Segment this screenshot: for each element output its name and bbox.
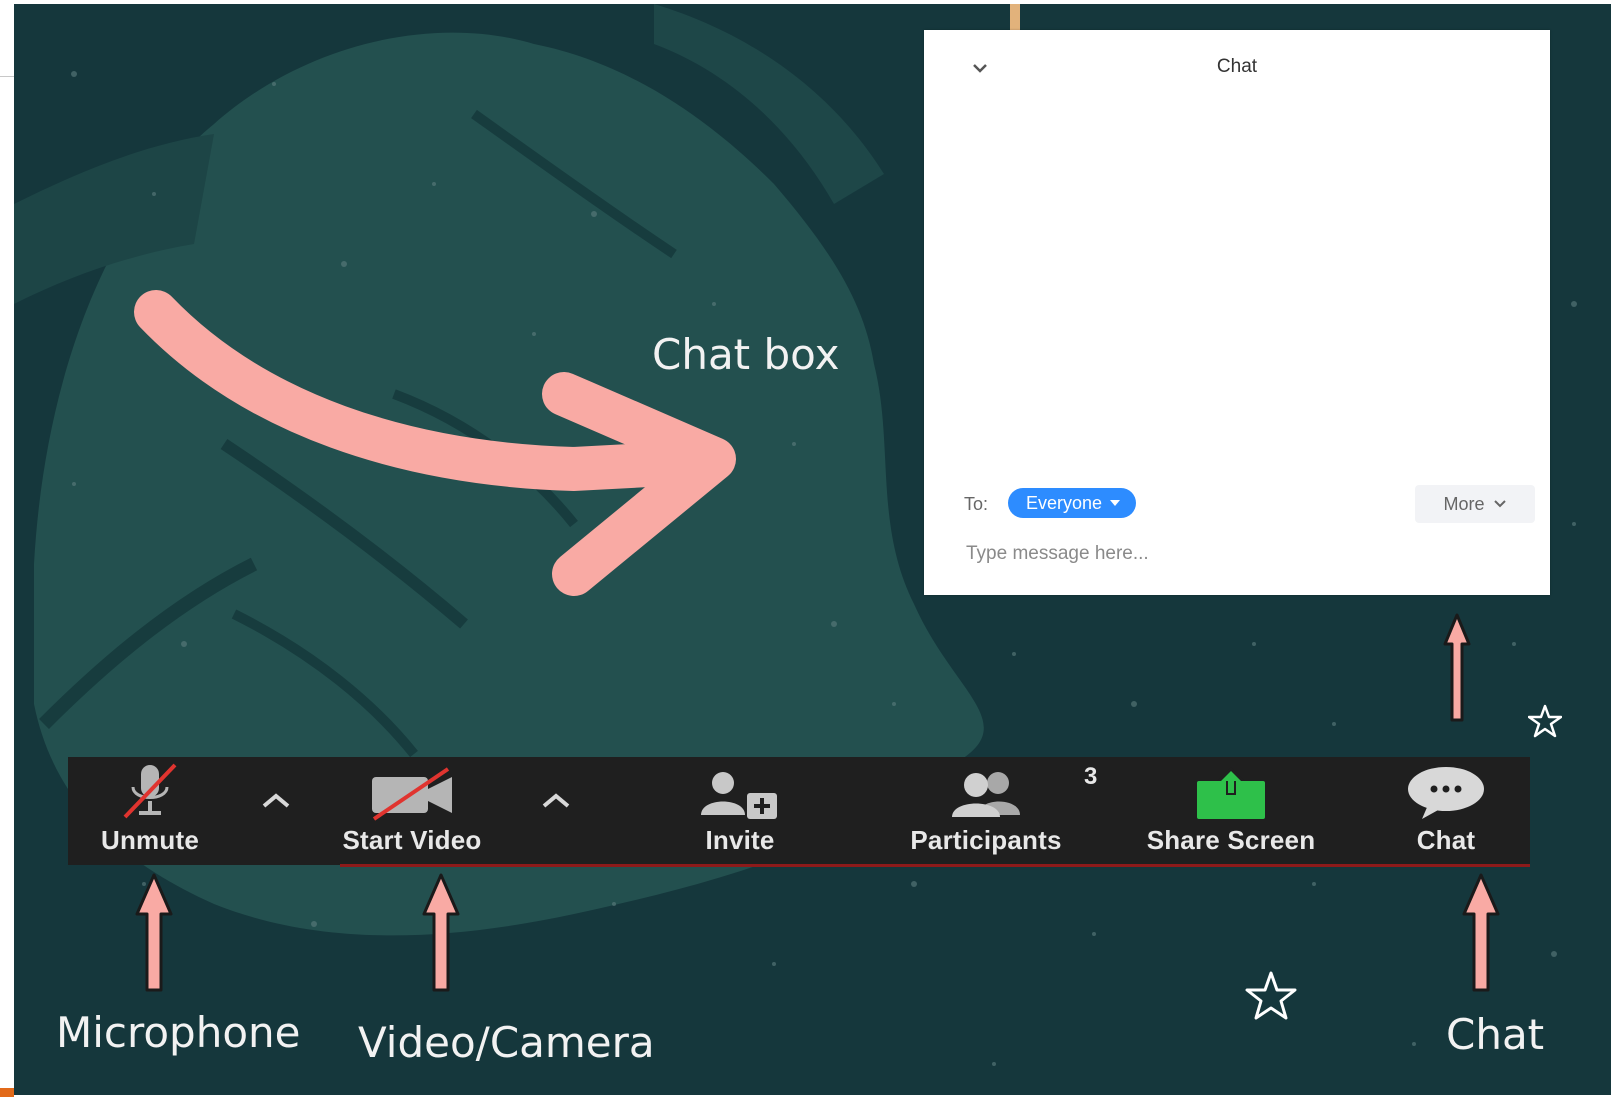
people-icon [952, 772, 1020, 817]
participants-count-badge: 3 [1084, 763, 1098, 790]
invite-button[interactable]: Invite [690, 757, 790, 865]
annotation-chat: Chat [1446, 1010, 1545, 1059]
chevron-up-icon [262, 793, 290, 808]
start-video-button[interactable]: Start Video [322, 757, 502, 865]
chat-label: Chat [1416, 825, 1476, 855]
video-options-caret[interactable] [534, 785, 578, 815]
share-screen-button[interactable]: Share Screen [1124, 757, 1338, 865]
up-arrow-icon [1462, 873, 1500, 992]
star-outline-icon [1528, 704, 1562, 738]
more-label: More [1443, 493, 1485, 514]
to-label: To: [964, 494, 989, 514]
chat-bubble-icon [1408, 767, 1484, 819]
camera-off-icon [372, 767, 452, 821]
meeting-toolbar: Unmute Start Video Invite Participants 3… [68, 757, 1530, 865]
audio-options-caret[interactable] [254, 785, 298, 815]
chat-button[interactable]: Chat [1398, 757, 1494, 865]
message-input[interactable] [964, 537, 1528, 571]
star-outline-icon [1245, 971, 1297, 1020]
slide-corner-accent [0, 1088, 14, 1097]
toolbar-accent-line [340, 864, 1530, 867]
curved-arrow-icon [134, 290, 736, 596]
participants-label: Participants [910, 825, 1062, 855]
up-arrow-icon [1443, 613, 1471, 722]
recipient-dropdown[interactable]: Everyone [1008, 488, 1137, 518]
chevron-down-icon [1493, 500, 1506, 508]
annotation-chat-box: Chat box [652, 330, 840, 379]
unmute-button[interactable]: Unmute [84, 757, 216, 865]
recipient-label: Everyone [1026, 492, 1103, 513]
chevron-up-icon [542, 793, 570, 808]
microphone-muted-icon [123, 763, 177, 819]
share-screen-label: Share Screen [1146, 825, 1316, 855]
share-screen-icon [1197, 767, 1265, 819]
annotation-video-camera: Video/Camera [358, 1018, 655, 1067]
more-button[interactable]: More [1415, 485, 1535, 523]
annotation-microphone: Microphone [56, 1008, 301, 1057]
unmute-label: Unmute [101, 825, 199, 855]
chat-title: Chat [1216, 56, 1258, 77]
add-user-icon [701, 772, 777, 819]
up-arrow-icon [422, 873, 460, 992]
up-arrow-icon [135, 873, 173, 992]
start-video-label: Start Video [342, 825, 482, 855]
participants-button[interactable]: Participants [888, 757, 1084, 865]
caret-down-icon [1110, 500, 1121, 506]
chat-panel: Chat To: Everyone More [924, 30, 1550, 595]
invite-label: Invite [705, 825, 775, 855]
